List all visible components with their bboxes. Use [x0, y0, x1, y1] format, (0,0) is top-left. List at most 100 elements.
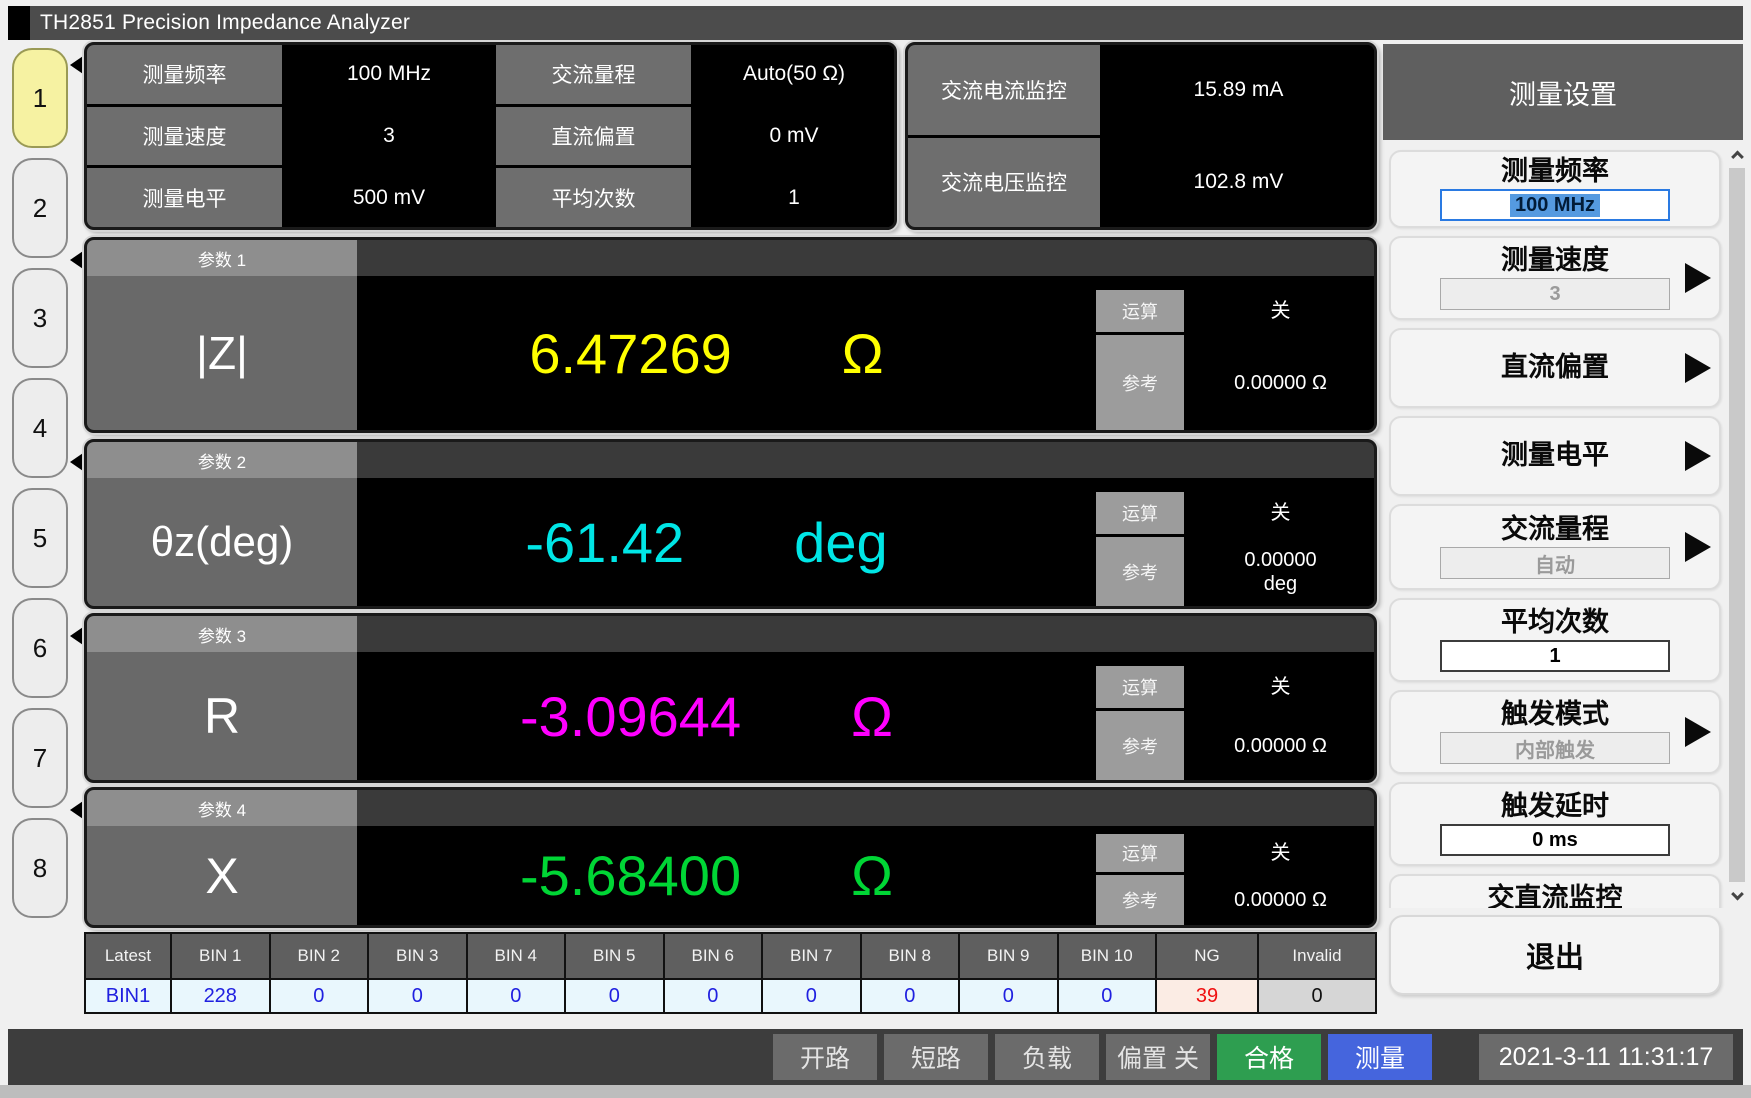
status-bar: 开路 短路 负载 偏置 关 合格 测量 2021-3-11 11:31:17	[8, 1029, 1743, 1085]
calc-value: 关	[1187, 834, 1374, 872]
load-button[interactable]: 负载	[995, 1034, 1099, 1080]
parameter-header: 参数 4	[87, 790, 357, 826]
item-label: 交直流监控	[1488, 884, 1623, 908]
page-tab-3[interactable]: 3	[12, 268, 68, 368]
sidebar-item-measure-frequency[interactable]: 测量频率 100 MHz	[1389, 150, 1721, 228]
arrow-right-icon	[1685, 717, 1711, 747]
ref-value: 0.00000 deg	[1187, 537, 1374, 606]
bin-header: BIN 1	[172, 934, 269, 978]
app-window: TH2851 Precision Impedance Analyzer 1 2 …	[0, 0, 1751, 1098]
sidebar-item-dc-bias[interactable]: 直流偏置	[1389, 328, 1721, 408]
bin-header: BIN 5	[566, 934, 663, 978]
calc-value: 关	[1187, 492, 1374, 534]
calc-label: 运算	[1096, 492, 1184, 534]
open-circuit-button[interactable]: 开路	[773, 1034, 877, 1080]
setting-value: Auto(50 Ω)	[694, 45, 894, 104]
ac-range-value: 自动	[1440, 547, 1670, 579]
page-tab-7[interactable]: 7	[12, 708, 68, 808]
bin-header: BIN 10	[1059, 934, 1156, 978]
monitor-value: 102.8 mV	[1103, 138, 1374, 228]
item-label: 交流量程	[1501, 515, 1609, 545]
bin-count: 0	[960, 980, 1057, 1012]
measure-speed-value: 3	[1440, 278, 1670, 310]
window-icon	[8, 6, 30, 40]
title-bar: TH2851 Precision Impedance Analyzer	[8, 6, 1743, 40]
measure-settings-panel: 测量频率 100 MHz 交流量程 Auto(50 Ω) 测量速度 3 直流偏置…	[84, 42, 897, 230]
sidebar-item-trigger-delay[interactable]: 触发延时 0 ms	[1389, 782, 1721, 866]
bin-header: Latest	[86, 934, 170, 978]
average-count-input[interactable]: 1	[1440, 640, 1670, 672]
bin-header: BIN 2	[271, 934, 368, 978]
sidebar-item-ac-range[interactable]: 交流量程 自动	[1389, 504, 1721, 590]
selected-text: 100 MHz	[1510, 194, 1600, 217]
bin-counter-table: Latest BIN 1 BIN 2 BIN 3 BIN 4 BIN 5 BIN…	[84, 932, 1377, 1014]
calc-label: 运算	[1096, 666, 1184, 708]
ref-label: 参考	[1096, 875, 1184, 925]
item-label: 触发延时	[1501, 792, 1609, 822]
item-label: 平均次数	[1501, 608, 1609, 638]
item-label: 触发模式	[1501, 700, 1609, 730]
bin-count: 0	[468, 980, 565, 1012]
bias-off-button[interactable]: 偏置 关	[1106, 1034, 1210, 1080]
page-tab-5[interactable]: 5	[12, 488, 68, 588]
page-tab-8[interactable]: 8	[12, 818, 68, 918]
monitor-label: 交流电流监控	[908, 45, 1100, 135]
ref-label: 参考	[1096, 711, 1184, 780]
parameter-name: R	[87, 652, 357, 780]
sidebar-item-measure-speed[interactable]: 测量速度 3	[1389, 236, 1721, 320]
scroll-up-icon[interactable]	[1729, 142, 1745, 168]
monitor-label: 交流电压监控	[908, 138, 1100, 228]
parameter-panel-1: 参数 1 |Z| 6.47269 Ω 运算 关 参考 0.00000 Ω	[84, 237, 1377, 433]
page-tab-2[interactable]: 2	[12, 158, 68, 258]
bin-header: BIN 9	[960, 934, 1057, 978]
sidebar-item-measure-level[interactable]: 测量电平	[1389, 416, 1721, 496]
setting-value: 1	[694, 168, 894, 227]
scroll-down-icon[interactable]	[1729, 882, 1745, 908]
bin-header: BIN 6	[665, 934, 762, 978]
sidebar-item-acdc-monitor[interactable]: 交直流监控	[1389, 874, 1721, 908]
scrollbar-track[interactable]	[1729, 168, 1745, 882]
sidebar-scrollbar[interactable]	[1729, 142, 1745, 908]
setting-label: 测量电平	[87, 168, 282, 227]
bin-count: 0	[1059, 980, 1156, 1012]
bin-ng-count: 39	[1157, 980, 1257, 1012]
parameter-value: -3.09644	[520, 684, 741, 749]
trigger-delay-input[interactable]: 0 ms	[1440, 824, 1670, 856]
page-tab-1[interactable]: 1	[12, 48, 68, 148]
pass-status-badge: 合格	[1217, 1034, 1321, 1080]
parameter-unit: Ω	[851, 843, 893, 908]
setting-label: 测量频率	[87, 45, 282, 104]
bin-latest-value: BIN1	[86, 980, 170, 1012]
ref-value: 0.00000 Ω	[1187, 875, 1374, 925]
parameter-unit: Ω	[842, 321, 884, 386]
page-tab-4[interactable]: 4	[12, 378, 68, 478]
setting-label: 测量速度	[87, 107, 282, 166]
setting-value: 3	[285, 107, 493, 166]
sidebar-item-trigger-mode[interactable]: 触发模式 内部触发	[1389, 690, 1721, 774]
exit-button[interactable]: 退出	[1389, 915, 1721, 995]
bin-header: BIN 7	[763, 934, 860, 978]
measure-frequency-input[interactable]: 100 MHz	[1440, 189, 1670, 221]
setting-label: 平均次数	[496, 168, 691, 227]
parameter-panel-3: 参数 3 R -3.09644 Ω 运算 关 参考 0.00000 Ω	[84, 613, 1377, 783]
item-label: 直流偏置	[1501, 353, 1609, 383]
ref-label: 参考	[1096, 537, 1184, 606]
bin-count: 0	[566, 980, 663, 1012]
parameter-panel-2: 参数 2 θz(deg) -61.42 deg 运算 关 参考 0.00000 …	[84, 439, 1377, 609]
arrow-right-icon	[1685, 263, 1711, 293]
arrow-right-icon	[1685, 532, 1711, 562]
setting-value: 500 mV	[285, 168, 493, 227]
page-tab-6[interactable]: 6	[12, 598, 68, 698]
short-circuit-button[interactable]: 短路	[884, 1034, 988, 1080]
bin-count: 0	[271, 980, 368, 1012]
calc-value: 关	[1187, 666, 1374, 708]
ref-value: 0.00000 Ω	[1187, 335, 1374, 430]
parameter-value: 6.47269	[529, 321, 731, 386]
bin-header: BIN 8	[862, 934, 959, 978]
ref-label: 参考	[1096, 335, 1184, 430]
trigger-mode-value: 内部触发	[1440, 732, 1670, 764]
sidebar-item-average-count[interactable]: 平均次数 1	[1389, 598, 1721, 682]
calc-value: 关	[1187, 290, 1374, 332]
parameter-value: -61.42	[525, 510, 684, 575]
monitor-panel: 交流电流监控 15.89 mA 交流电压监控 102.8 mV	[905, 42, 1377, 230]
